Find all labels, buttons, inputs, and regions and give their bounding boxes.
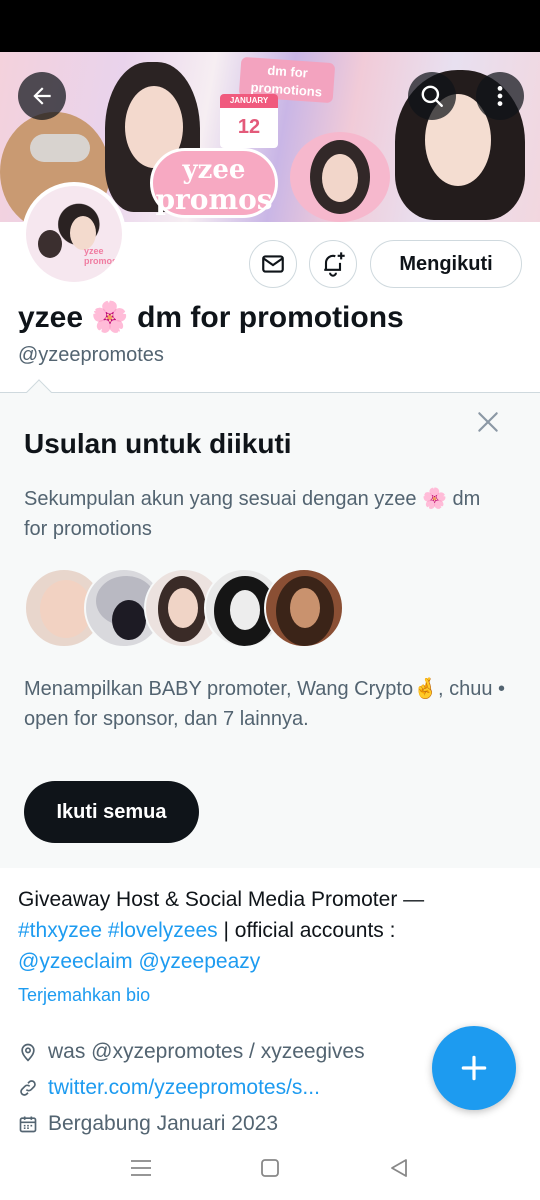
calendar-icon: [19, 1116, 37, 1133]
link-icon: [20, 1080, 36, 1096]
bio-mention-yzeeclaim[interactable]: @yzeeclaim: [18, 950, 133, 973]
profile-join-date: Bergabung Januari 2023: [18, 1112, 278, 1136]
banner-promos-line1: yzee: [182, 155, 246, 185]
banner-promos-badge: yzee promos: [150, 148, 278, 218]
back-button[interactable]: [18, 72, 66, 120]
profile-avatar[interactable]: yzee promos: [22, 182, 126, 286]
banner-bear-glasses: [30, 134, 90, 162]
search-icon: [421, 85, 443, 107]
profile-location: was @xyzepromotes / xyzeegives: [18, 1040, 365, 1064]
banner-calendar-month: JANUARY: [229, 96, 269, 105]
display-name: yzee 🌸 dm for promotions: [18, 301, 404, 334]
avatar-text: yzee promos: [84, 246, 118, 266]
triangle-back-icon: [391, 1159, 407, 1177]
suggestions-title: Usulan untuk diikuti: [24, 428, 292, 459]
avatar-small-photo: [38, 230, 62, 258]
join-date-text: Bergabung Januari 2023: [48, 1112, 279, 1135]
suggestions-description: Sekumpulan akun yang sesuai dengan yzee …: [24, 488, 481, 540]
profile-website[interactable]: twitter.com/yzeepromotes/s...: [18, 1076, 320, 1100]
banner-promos-line2: promos: [155, 183, 273, 216]
status-bar: [0, 0, 540, 52]
system-back-button[interactable]: [379, 1152, 419, 1184]
notifications-button[interactable]: [309, 240, 357, 288]
suggested-avatars[interactable]: [24, 568, 344, 650]
search-button[interactable]: [408, 72, 456, 120]
android-navigation-bar: [0, 1136, 540, 1200]
close-icon: [478, 412, 498, 432]
suggested-avatar-girl-3[interactable]: [264, 568, 344, 648]
compose-tweet-button[interactable]: [432, 1026, 516, 1110]
close-suggestions-button[interactable]: [472, 406, 504, 438]
envelope-icon: [262, 255, 284, 273]
suggestions-shown-text: Menampilkan BABY promoter, Wang Crypto🤞,…: [24, 678, 506, 730]
follow-all-button[interactable]: Ikuti semua: [24, 781, 199, 843]
bio-line2-text: | official accounts :: [217, 919, 396, 942]
message-button[interactable]: [249, 240, 297, 288]
more-vertical-icon: [497, 86, 503, 106]
plus-icon: [461, 1055, 487, 1081]
profile-handle: @yzeepromotes: [18, 344, 164, 366]
square-icon: [261, 1159, 279, 1177]
more-options-button[interactable]: [476, 72, 524, 120]
bio-hashtag-thxyzee[interactable]: #thxyzee: [18, 919, 102, 942]
bio-line1: Giveaway Host & Social Media Promoter —: [18, 888, 425, 911]
arrow-left-icon: [33, 87, 51, 105]
banner-photo-center-face: [322, 154, 358, 202]
following-button[interactable]: Mengikuti: [370, 240, 522, 288]
recent-apps-button[interactable]: [121, 1152, 161, 1184]
location-text: was @xyzepromotes / xyzeegives: [48, 1040, 365, 1063]
bell-plus-icon: [324, 252, 345, 277]
bio-hashtag-lovelyzees[interactable]: #lovelyzees: [108, 919, 218, 942]
translate-bio-link[interactable]: Terjemahkan bio: [18, 985, 150, 1006]
website-link[interactable]: twitter.com/yzeepromotes/s...: [48, 1076, 320, 1100]
location-pin-icon: [21, 1043, 35, 1062]
banner-calendar-day: 12: [237, 116, 261, 138]
menu-lines-icon: [131, 1160, 151, 1176]
banner-calendar: JANUARY 12: [220, 94, 278, 148]
home-button[interactable]: [250, 1152, 290, 1184]
bio-mention-yzeepeazy[interactable]: @yzeepeazy: [139, 950, 261, 973]
avatar-face: [70, 216, 96, 250]
profile-bio: Giveaway Host & Social Media Promoter — …: [18, 884, 518, 977]
